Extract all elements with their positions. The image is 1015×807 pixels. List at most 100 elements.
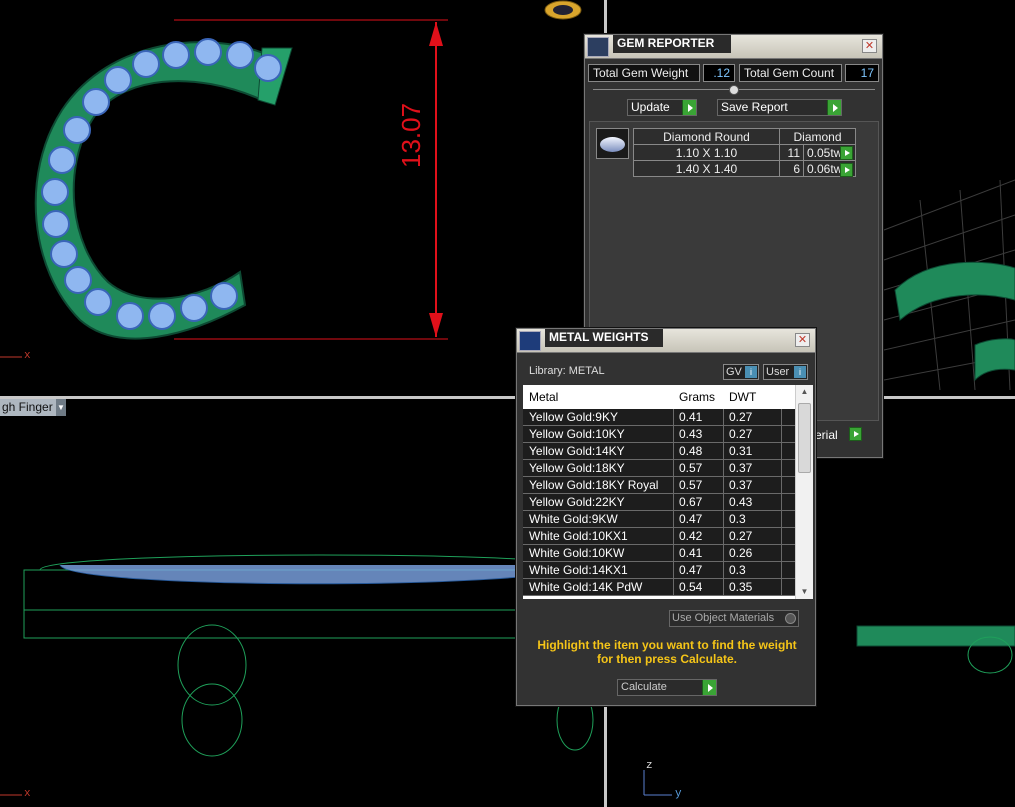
gem-stone — [63, 116, 91, 144]
gem-row[interactable]: 1.10 X 1.10 11 0.05tw — [633, 144, 856, 161]
gem-stone — [42, 210, 70, 238]
ring-perspective-model[interactable] — [883, 179, 1015, 391]
slider-handle[interactable] — [729, 85, 739, 95]
table-row[interactable]: White Gold:10KX1 0.42 0.27 — [523, 528, 795, 545]
table-row[interactable]: White Gold:10KW 0.41 0.26 — [523, 545, 795, 562]
metal-name: White Gold:14KX1 — [529, 563, 628, 577]
table-row[interactable]: White Gold:9KW 0.47 0.3 — [523, 511, 795, 528]
gem-stone — [104, 66, 132, 94]
grams-column-header[interactable]: Grams — [679, 390, 715, 404]
metal-table-scrollbar[interactable]: ▲ ▼ — [795, 385, 813, 599]
metal-weights-panel: METAL WEIGHTS ✕ Library: METAL GV i User… — [516, 328, 816, 706]
gv-toggle[interactable]: GV i — [723, 364, 759, 380]
scroll-down-icon[interactable]: ▼ — [796, 585, 813, 599]
table-row[interactable]: Yellow Gold:18KY 0.57 0.37 — [523, 460, 795, 477]
metal-name: Yellow Gold:9KY — [529, 410, 618, 424]
view-select-value: gh Finger — [2, 400, 53, 414]
view-select-dropdown[interactable]: gh Finger ▼ — [0, 399, 66, 416]
scroll-up-icon[interactable]: ▲ — [796, 385, 813, 399]
gem-size: 1.10 X 1.10 — [633, 144, 780, 161]
total-gem-count-value: 17 — [845, 64, 879, 82]
metal-dwt: 0.3 — [729, 563, 746, 577]
metal-dwt: 0.43 — [729, 495, 753, 509]
chevron-down-icon: ▼ — [56, 399, 66, 416]
gem-stone — [210, 282, 238, 310]
letter-c-pendant-model[interactable] — [34, 38, 293, 340]
gem-stone — [180, 294, 208, 322]
viewcube-gizmo[interactable] — [544, 0, 582, 20]
gem-row-go-icon[interactable] — [840, 163, 853, 177]
table-row[interactable]: Yellow Gold:9KY 0.41 0.27 — [523, 409, 795, 426]
gem-stone — [116, 302, 144, 330]
update-button[interactable]: Update — [627, 99, 697, 116]
table-row[interactable]: White Gold:14K PdW 0.54 0.35 — [523, 579, 795, 596]
gem-count: 6 — [779, 160, 804, 177]
go-arrow-icon — [682, 100, 696, 115]
total-gem-weight-label: Total Gem Weight — [588, 64, 700, 82]
gem-table: Diamond Round Diamond 1.10 X 1.10 11 0.0… — [633, 128, 856, 177]
metal-name: Yellow Gold:18KY — [529, 461, 625, 475]
dwt-column-header[interactable]: DWT — [729, 390, 756, 404]
scroll-thumb[interactable] — [798, 403, 811, 473]
gem-size: 1.40 X 1.40 — [633, 160, 780, 177]
metal-dwt: 0.27 — [729, 529, 753, 543]
save-report-button[interactable]: Save Report — [717, 99, 842, 116]
dimension-label: 13.07 — [396, 103, 426, 168]
metal-dwt: 0.31 — [729, 444, 753, 458]
metal-name: Yellow Gold:14KY — [529, 444, 625, 458]
go-arrow-icon — [702, 680, 716, 695]
axis-y-label: y — [675, 788, 682, 800]
gem-reporter-titlebar[interactable]: GEM REPORTER ✕ — [585, 35, 882, 59]
metal-name: White Gold:10KW — [529, 546, 625, 560]
metal-column-header[interactable]: Metal — [529, 390, 558, 404]
table-row[interactable]: Yellow Gold:18KY Royal 0.57 0.37 — [523, 477, 795, 494]
metal-dwt: 0.37 — [729, 478, 753, 492]
metal-name: White Gold:9KW — [529, 512, 618, 526]
material-button-label[interactable]: erial — [815, 428, 838, 442]
metal-grams: 0.47 — [679, 563, 703, 577]
metal-weights-titlebar[interactable]: METAL WEIGHTS ✕ — [517, 329, 815, 353]
gem-stone — [132, 50, 160, 78]
gem-row-go-icon[interactable] — [840, 146, 853, 160]
gem-stone — [82, 88, 110, 116]
table-row[interactable]: Yellow Gold:10KY 0.43 0.27 — [523, 426, 795, 443]
total-gem-weight-value: .12 — [703, 64, 735, 82]
update-button-label: Update — [631, 100, 670, 114]
gem-stone — [162, 41, 190, 69]
scale-icon — [519, 331, 541, 351]
material-go-icon[interactable] — [849, 427, 862, 441]
gem-row[interactable]: 1.40 X 1.40 6 0.06tw — [633, 160, 856, 177]
user-toggle[interactable]: User i — [763, 364, 808, 380]
metal-grams: 0.41 — [679, 410, 703, 424]
metal-grams: 0.67 — [679, 495, 703, 509]
metal-name: White Gold:14K PdW — [529, 580, 643, 594]
metal-dwt: 0.35 — [729, 580, 753, 594]
band-side-model[interactable] — [856, 625, 1015, 674]
close-icon[interactable]: ✕ — [795, 333, 810, 347]
gem-stone — [254, 54, 282, 82]
table-row[interactable]: Yellow Gold:14KY 0.48 0.31 — [523, 443, 795, 460]
axis-z-label: z — [646, 760, 653, 772]
metal-name: White Gold:10KX1 — [529, 529, 628, 543]
diamond-round-icon[interactable] — [596, 128, 629, 159]
metal-weights-table[interactable]: Metal Grams DWT Yellow Gold:9KY 0.41 0.27 Y… — [523, 385, 813, 599]
gem-stone — [148, 302, 176, 330]
table-row[interactable]: Yellow Gold:22KY 0.67 0.43 — [523, 494, 795, 511]
use-object-materials-toggle[interactable]: Use Object Materials — [669, 610, 799, 627]
metal-name: Yellow Gold:10KY — [529, 427, 625, 441]
save-report-button-label: Save Report — [721, 100, 788, 114]
axis-indicator-bottom-right — [643, 770, 672, 796]
calculate-button[interactable]: Calculate — [617, 679, 717, 696]
close-icon[interactable]: ✕ — [862, 39, 877, 53]
use-object-materials-label: Use Object Materials — [672, 612, 775, 624]
metal-table-rows: Yellow Gold:9KY 0.41 0.27 Yellow Gold:10KY 0… — [523, 409, 795, 596]
instructions-text: Highlight the item you want to find the … — [537, 638, 797, 666]
table-row[interactable]: White Gold:14KX1 0.47 0.3 — [523, 562, 795, 579]
metal-dwt: 0.26 — [729, 546, 753, 560]
gem-reporter-title: GEM REPORTER — [613, 35, 731, 53]
metal-grams: 0.57 — [679, 478, 703, 492]
library-label: Library: METAL — [529, 365, 605, 377]
metal-weights-title: METAL WEIGHTS — [545, 329, 663, 347]
total-gem-count-label: Total Gem Count — [739, 64, 842, 82]
info-icon: i — [794, 366, 806, 378]
